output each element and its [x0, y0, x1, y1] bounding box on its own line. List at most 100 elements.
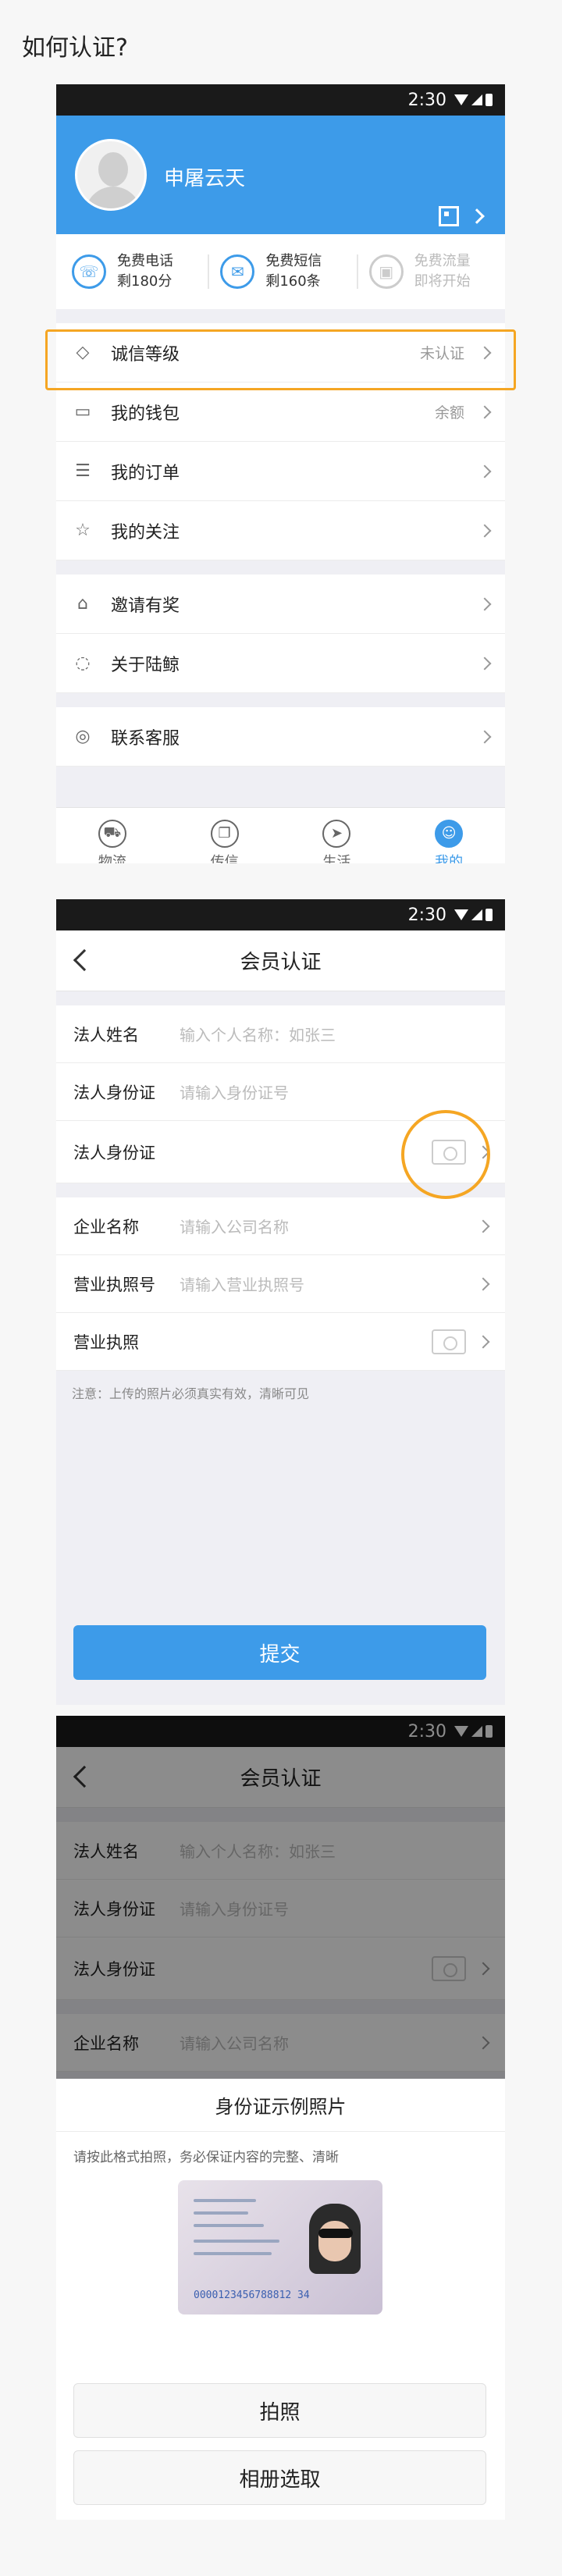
status-bar: 2:30	[56, 899, 505, 930]
avatar[interactable]	[75, 139, 147, 211]
menu-list-c: ◎ 联系客服	[56, 707, 505, 767]
camera-icon[interactable]	[432, 1329, 466, 1354]
id-card-number: 0000123456788812 34	[194, 2290, 310, 2301]
user-icon: ☺	[435, 819, 464, 848]
free-call-sub: 剩180分	[117, 273, 173, 290]
credit-level-highlight	[45, 329, 516, 390]
data-icon: ▣	[368, 254, 404, 289]
id-sample-sheet: 身份证示例照片 请按此格式拍照，务必保证内容的完整、清晰 00001234567…	[56, 2079, 505, 2520]
field-label: 法人姓名	[73, 1025, 139, 1044]
submit-button[interactable]: 提交	[73, 1625, 486, 1680]
id-card-sample-image: 0000123456788812 34	[178, 2180, 382, 2314]
profile-header[interactable]: 申屠云天	[56, 116, 505, 234]
status-time: 2:30	[407, 90, 446, 110]
menu-follows[interactable]: ☆ 我的关注	[56, 501, 505, 560]
free-sms-title: 免费短信	[265, 253, 322, 269]
menu-wallet[interactable]: ▭ 我的钱包 余额	[56, 382, 505, 442]
free-data-title: 免费流量	[414, 253, 471, 269]
menu-value: 余额	[434, 404, 464, 422]
status-time: 2:30	[407, 905, 446, 925]
menu-about[interactable]: ◌ 关于陆鲸	[56, 634, 505, 693]
field-label: 营业执照号	[73, 1275, 155, 1294]
truck-icon: ⛟	[98, 819, 126, 848]
comm-bar: ☏ 免费电话剩180分 ✉ 免费短信剩160条 ▣ 免费流量即将开始	[56, 234, 505, 309]
legal-name-field[interactable]: 法人姓名 输入个人名称：如张三	[56, 1005, 505, 1063]
menu-support[interactable]: ◎ 联系客服	[56, 707, 505, 767]
tab-mine[interactable]: ☺ 我的	[393, 819, 505, 864]
album-select-button[interactable]: 相册选取	[73, 2450, 486, 2505]
menu-label: 关于陆鲸	[111, 655, 180, 675]
username: 申屠云天	[164, 167, 246, 190]
status-bar: 2:30	[56, 84, 505, 116]
free-sms-sub: 剩160条	[265, 273, 321, 290]
menu-label: 我的钱包	[111, 404, 180, 424]
compass-icon: ➤	[322, 819, 351, 848]
screen-profile: 2:30 申屠云天 ☏ 免费电话剩180分 ✉ 免费短信剩160条 ▣ 免费流量…	[56, 84, 505, 863]
menu-orders[interactable]: ☰ 我的订单	[56, 442, 505, 501]
camera-highlight	[401, 1110, 490, 1199]
legal-id-input[interactable]: 请输入身份证号	[180, 1080, 488, 1103]
chevron-right-icon	[478, 656, 492, 670]
modal-overlay[interactable]	[56, 1716, 505, 2079]
field-label: 营业执照	[73, 1332, 139, 1352]
gift-icon: ⌂	[77, 594, 88, 614]
message-icon: ❐	[210, 819, 239, 848]
chevron-right-icon	[476, 1277, 490, 1290]
menu-list-b: ⌂ 邀请有奖 ◌ 关于陆鲸	[56, 575, 505, 693]
chevron-right-icon	[476, 1219, 490, 1233]
tab-messages[interactable]: ❐ 传信	[169, 819, 281, 864]
take-photo-button[interactable]: 拍照	[73, 2383, 486, 2438]
legal-name-input[interactable]: 输入个人名称：如张三	[180, 1023, 488, 1045]
whale-icon: ◌	[75, 653, 91, 673]
sheet-title: 身份证示例照片	[56, 2079, 505, 2132]
menu-label: 我的关注	[111, 522, 180, 543]
chevron-right-icon	[469, 208, 485, 224]
field-label: 法人身份证	[73, 1083, 155, 1102]
license-no-field[interactable]: 营业执照号 请输入营业执照号	[56, 1255, 505, 1313]
mail-icon: ✉	[220, 254, 255, 289]
battery-icon	[486, 94, 493, 106]
tab-life[interactable]: ➤ 生活	[281, 819, 393, 864]
free-data-sub: 即将开始	[414, 273, 471, 290]
license-no-input[interactable]: 请输入营业执照号	[180, 1272, 478, 1295]
field-label: 企业名称	[73, 1217, 139, 1236]
wifi-icon	[454, 94, 468, 105]
star-icon: ☆	[75, 521, 91, 540]
free-call[interactable]: ☏ 免费电话剩180分	[72, 251, 208, 292]
upload-note: 注意：上传的照片必须真实有效，清晰可见	[72, 1386, 310, 1401]
chevron-right-icon	[478, 524, 492, 537]
free-sms[interactable]: ✉ 免费短信剩160条	[220, 251, 356, 292]
phone-icon: ☏	[72, 254, 106, 289]
headset-icon: ◎	[75, 727, 91, 746]
sheet-hint: 请按此格式拍照，务必保证内容的完整、清晰	[73, 2150, 339, 2165]
tab-label: 我的	[435, 853, 464, 864]
nav-title: 会员认证	[240, 951, 322, 974]
chevron-right-icon	[478, 597, 492, 610]
back-icon[interactable]	[73, 948, 96, 972]
tab-bar: ⛟ 物流 ❐ 传信 ➤ 生活 ☺ 我的	[56, 807, 505, 863]
tab-label: 生活	[322, 853, 351, 864]
tab-logistics[interactable]: ⛟ 物流	[56, 819, 169, 864]
wifi-icon	[454, 909, 468, 920]
qrcode-icon[interactable]	[439, 206, 459, 226]
chevron-right-icon	[478, 405, 492, 418]
menu-invite[interactable]: ⌂ 邀请有奖	[56, 575, 505, 634]
wallet-icon: ▭	[74, 402, 91, 422]
chevron-right-icon	[478, 464, 492, 478]
order-icon: ☰	[75, 461, 91, 481]
signal-icon	[471, 94, 482, 105]
menu-label: 我的订单	[111, 463, 180, 483]
company-name-input[interactable]: 请输入公司名称	[180, 1215, 478, 1237]
menu-label: 联系客服	[111, 728, 180, 749]
signal-icon	[471, 909, 482, 920]
screen-verify: 2:30 会员认证 法人姓名 输入个人名称：如张三 法人身份证 请输入身份证号 …	[56, 899, 505, 1705]
company-name-field[interactable]: 企业名称 请输入公司名称	[56, 1197, 505, 1255]
tab-label: 物流	[98, 853, 126, 864]
field-label: 法人身份证	[73, 1143, 155, 1162]
license-photo-field[interactable]: 营业执照	[56, 1313, 505, 1371]
nav-bar: 会员认证	[56, 930, 505, 991]
menu-label: 邀请有奖	[111, 596, 180, 616]
tab-label: 传信	[210, 853, 239, 864]
free-data[interactable]: ▣ 免费流量即将开始	[368, 251, 505, 292]
free-call-title: 免费电话	[117, 253, 173, 269]
